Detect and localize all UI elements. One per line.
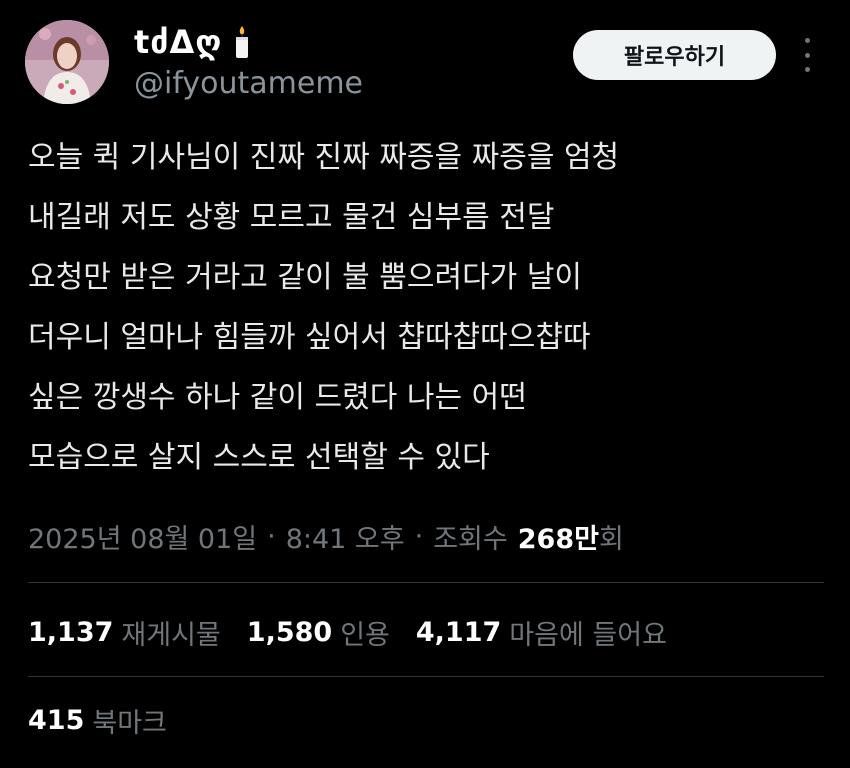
- tweet-text-line: 요청만 받은 거라고 같이 불 뿜으려다가 날이: [28, 260, 583, 295]
- quotes-label: 인용: [340, 619, 390, 651]
- meta-separator: ·: [267, 520, 276, 552]
- tweet-meta: 2025년 08월 01일 · 8:41 오후 · 조회수 268만 회: [28, 514, 624, 558]
- tweet-text-line: 싶은 깡생수 하나 같이 드렸다 나는 어떤: [28, 380, 527, 415]
- retweets-count: 1,137: [28, 616, 114, 648]
- candle-icon: [232, 25, 252, 59]
- more-icon-dot: [804, 67, 810, 72]
- bookmarks-label: 북마크: [92, 707, 167, 739]
- views-count: 268만: [517, 523, 599, 555]
- likes-label: 마음에 들어요: [509, 619, 667, 651]
- meta-separator: ·: [414, 520, 424, 552]
- tweet-text-line: 모습으로 살지 스스로 선택할 수 있다: [28, 440, 490, 475]
- tweet-time[interactable]: 8:41 오후: [286, 517, 405, 556]
- more-icon-dot: [804, 38, 810, 43]
- quotes-stat[interactable]: 1,580 인용: [247, 613, 390, 652]
- bookmarks-count: 415: [28, 704, 85, 736]
- likes-stat[interactable]: 4,117 마음에 들어요: [416, 613, 667, 652]
- avatar-image: [25, 20, 109, 104]
- divider: [28, 582, 824, 583]
- tweet-text-line: 내길래 저도 상황 모르고 물건 심부름 전달: [28, 200, 555, 235]
- quotes-count: 1,580: [246, 616, 333, 648]
- tweet-date[interactable]: 2025년 08월 01일: [28, 517, 257, 556]
- retweets-label: 재게시물: [121, 619, 221, 651]
- views-label: 조회수: [433, 523, 508, 555]
- more-icon-dot: [804, 52, 810, 58]
- follow-button[interactable]: 팔로우하기: [573, 30, 776, 80]
- tweet-text-line: 더우니 얼마나 힘들까 싶어서 챱따챱따으챱따: [28, 320, 591, 355]
- bookmarks-stat-inner[interactable]: 415 북마크: [28, 701, 167, 740]
- user-handle[interactable]: @ifyoutameme: [134, 66, 363, 101]
- bookmarks-stat[interactable]: 415 북마크: [28, 696, 193, 744]
- display-name-row[interactable]: tძΔღ: [134, 22, 252, 62]
- engagement-stats: 1,137 재게시물 1,580 인용 4,117 마음에 들어요: [28, 608, 693, 656]
- avatar[interactable]: [25, 20, 109, 104]
- display-name[interactable]: tძΔღ: [134, 23, 222, 61]
- tweet-header: tძΔღ @ifyoutameme 팔로우하기: [0, 0, 850, 120]
- retweets-stat[interactable]: 1,137 재게시물: [28, 613, 221, 652]
- more-icon[interactable]: [795, 38, 819, 72]
- likes-count: 4,117: [415, 616, 502, 648]
- divider: [28, 676, 824, 677]
- tweet-text: 오늘 퀵 기사님이 진짜 진짜 짜증을 짜증을 엄청 내길래 저도 상황 모르고…: [28, 128, 828, 488]
- views-unit: 회: [598, 523, 624, 555]
- tweet-text-line: 오늘 퀵 기사님이 진짜 진짜 짜증을 짜증을 엄청: [28, 140, 620, 175]
